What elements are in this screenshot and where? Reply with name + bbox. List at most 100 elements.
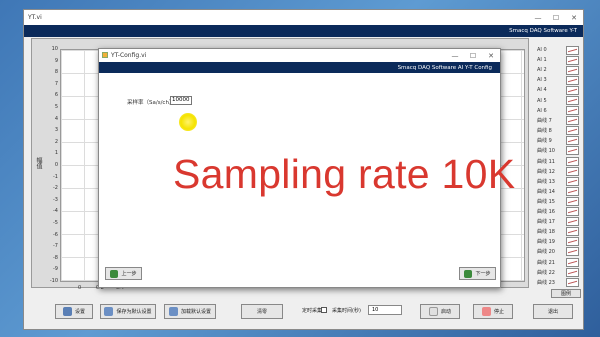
legend-item-label: AI 3 (537, 77, 547, 84)
legend-item-label: 曲线 12 (537, 168, 555, 175)
legend-item[interactable]: 曲线 8 (533, 126, 579, 136)
legend-item[interactable]: 曲线 21 (533, 257, 579, 267)
dialog-minimize-button[interactable]: — (446, 52, 464, 60)
legend-item[interactable]: AI 0 (533, 45, 579, 55)
legend-line-swatch (566, 207, 579, 217)
legend-item[interactable]: 曲线 15 (533, 196, 579, 206)
y-tick: -5 (53, 220, 58, 226)
dialog-close-button[interactable]: ✕ (482, 52, 500, 60)
legend-item-label: AI 6 (537, 107, 547, 114)
legend-item[interactable]: 曲线 18 (533, 227, 579, 237)
y-tick: 5 (54, 104, 58, 110)
main-maximize-button[interactable]: ☐ (547, 14, 565, 22)
y-tick: 10 (51, 46, 58, 52)
legend-line-swatch (566, 136, 579, 146)
dialog-titlebar: YT-Config.vi — ☐ ✕ (99, 49, 500, 62)
main-brand-bar: Smacq DAQ Software Y-T (24, 25, 583, 37)
y-tick: -9 (53, 266, 58, 273)
y-tick: 4 (54, 115, 58, 122)
load-icon (168, 307, 178, 316)
save-default-button[interactable]: 保存为默认设置 (100, 304, 156, 319)
y-tick: 6 (54, 92, 58, 99)
settings-button[interactable]: 设置 (55, 304, 93, 319)
stop-button-label: 停止 (493, 309, 504, 315)
legend-item-label: 曲线 11 (537, 158, 555, 165)
legend-line-swatch (566, 267, 579, 277)
save-icon (104, 307, 114, 316)
legend-line-swatch (566, 257, 579, 267)
settings-button-label: 设置 (74, 309, 85, 315)
y-tick: -7 (53, 243, 58, 250)
main-titlebar: YT.vi — ☐ ✕ (24, 10, 583, 25)
legend-item[interactable]: 曲线 17 (533, 217, 579, 227)
legend-line-swatch (566, 196, 579, 206)
main-minimize-button[interactable]: — (529, 14, 547, 22)
legend-item-label: 曲线 8 (537, 128, 552, 135)
legend-item-label: 曲线 9 (537, 138, 552, 145)
timed-capture-checkbox[interactable] (321, 307, 327, 313)
y-tick: 8 (54, 69, 58, 76)
previous-step-button[interactable]: 上一步 (105, 267, 142, 280)
capture-time-label: 采集时间(秒) (332, 308, 361, 314)
load-default-button[interactable]: 加载默认设置 (164, 304, 216, 319)
legend-item-label: 曲线 21 (537, 259, 555, 266)
legend-item-label: AI 5 (537, 97, 547, 104)
main-close-button[interactable]: ✕ (565, 14, 583, 22)
start-button-label: 启动 (440, 309, 451, 315)
legend-item-label: 曲线 13 (537, 178, 555, 185)
plot-legend: AI 0 AI 1 AI 2 AI 3 AI 4 AI 5 AI 6 曲线 7 曲线 8 曲线 9… (533, 45, 579, 287)
next-step-button[interactable]: 下一步 (459, 267, 496, 280)
legend-item[interactable]: 曲线 11 (533, 156, 579, 166)
legend-item[interactable]: 曲线 16 (533, 207, 579, 217)
load-default-label: 加载默认设置 (180, 309, 211, 315)
sampling-rate-label: 采样率（Sa/s/ch） (127, 100, 175, 106)
legend-item-label: AI 1 (537, 57, 547, 64)
legend-item-label: 曲线 7 (537, 118, 552, 125)
legend-line-swatch (566, 217, 579, 227)
legend-item-label: AI 4 (537, 87, 547, 94)
y-tick: 0 (54, 162, 58, 168)
legend-line-swatch (566, 55, 579, 65)
legend-item[interactable]: AI 5 (533, 95, 579, 106)
capture-time-input[interactable]: 10 (368, 305, 402, 315)
legend-item-label: 曲线 19 (537, 239, 555, 246)
legend-item[interactable]: 曲线 19 (533, 237, 579, 247)
clear-button[interactable]: 清零 (241, 304, 283, 319)
y-tick: -10 (49, 278, 58, 284)
legend-line-swatch (566, 85, 579, 95)
legend-line-swatch (566, 176, 579, 186)
legend-line-swatch (566, 96, 579, 106)
legend-item[interactable]: 曲线 10 (533, 146, 579, 156)
legend-item[interactable]: 曲线 22 (533, 267, 579, 277)
sampling-rate-input[interactable]: 10000 (170, 96, 192, 105)
dialog-brand-bar: Smacq DAQ Software AI Y-T Config (99, 62, 500, 73)
legend-item[interactable]: 曲线 12 (533, 166, 579, 176)
legend-item[interactable]: AI 4 (533, 85, 579, 95)
legend-button[interactable]: 图例 (551, 289, 581, 298)
y-tick: -1 (53, 173, 58, 180)
legend-line-swatch (566, 227, 579, 237)
dialog-maximize-button[interactable]: ☐ (464, 52, 482, 60)
legend-item-label: 曲线 22 (537, 269, 555, 276)
legend-item[interactable]: AI 1 (533, 55, 579, 65)
legend-item[interactable]: 曲线 13 (533, 176, 579, 186)
start-button[interactable]: 启动 (420, 304, 460, 319)
legend-item[interactable]: 曲线 14 (533, 186, 579, 196)
legend-line-swatch (566, 156, 579, 166)
exit-button[interactable]: 退出 (533, 304, 573, 319)
legend-item-label: 曲线 14 (537, 188, 555, 195)
legend-item[interactable]: 曲线 7 (533, 116, 579, 126)
legend-item[interactable]: AI 2 (533, 65, 579, 75)
y-tick: -6 (53, 231, 58, 238)
legend-item-label: AI 2 (537, 67, 547, 74)
legend-item[interactable]: 曲线 9 (533, 136, 579, 146)
y-tick: 2 (54, 138, 58, 145)
legend-item[interactable]: AI 3 (533, 75, 579, 85)
y-tick: -8 (53, 254, 58, 261)
legend-item[interactable]: 曲线 20 (533, 247, 579, 257)
legend-item[interactable]: AI 6 (533, 106, 579, 116)
arrow-right-icon (464, 269, 473, 278)
next-step-label: 下一步 (475, 271, 491, 277)
stop-button[interactable]: 停止 (473, 304, 513, 319)
legend-item[interactable]: 曲线 23 (533, 277, 579, 287)
